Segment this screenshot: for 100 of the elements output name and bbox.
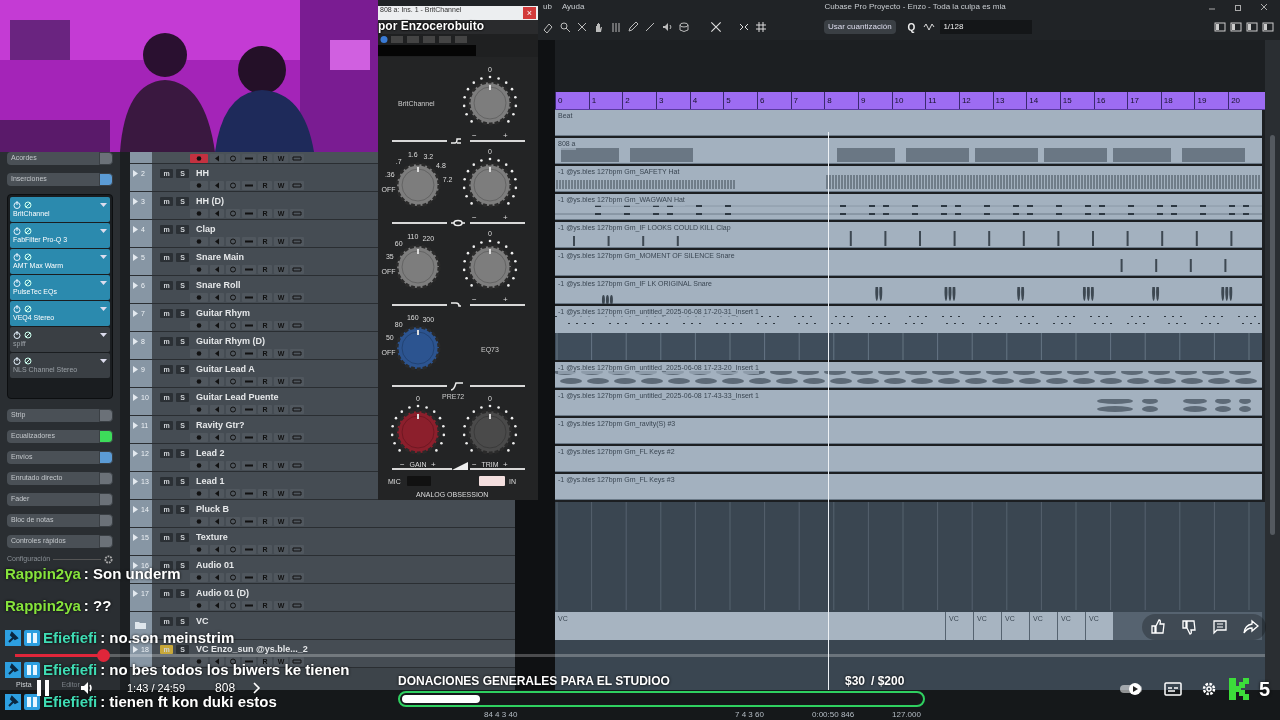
- lanes-button[interactable]: [290, 572, 304, 582]
- lanes-button[interactable]: [290, 600, 304, 610]
- monitor-button[interactable]: [210, 180, 224, 190]
- in-switch[interactable]: [479, 476, 505, 486]
- track-name[interactable]: Audio 01 (D): [196, 586, 249, 601]
- caret-icon[interactable]: [100, 332, 107, 338]
- expand-icon[interactable]: [132, 366, 139, 373]
- thumbs-up-icon[interactable]: [1149, 619, 1166, 635]
- track-name[interactable]: Guitar Lead Puente: [196, 390, 279, 405]
- wave-icon[interactable]: [923, 21, 936, 33]
- track-name[interactable]: Snare Roll: [196, 278, 241, 293]
- track-name[interactable]: Audio 01: [196, 558, 234, 573]
- monitor-button[interactable]: [210, 572, 224, 582]
- hand-icon[interactable]: [593, 21, 605, 33]
- monitor-button[interactable]: [210, 376, 224, 386]
- monitor-button[interactable]: [210, 516, 224, 526]
- plugin-toolbar-drawing[interactable]: [380, 35, 470, 44]
- quantize-q-button[interactable]: Q: [904, 20, 919, 34]
- track-name[interactable]: Pluck B: [196, 502, 229, 517]
- record-button[interactable]: [190, 656, 208, 666]
- record-button[interactable]: [190, 180, 208, 190]
- record-button[interactable]: [190, 376, 208, 386]
- lanes-button[interactable]: [290, 236, 304, 246]
- split-icon[interactable]: [610, 21, 622, 33]
- lanes-button[interactable]: [290, 348, 304, 358]
- expand-icon[interactable]: [132, 338, 139, 345]
- record-button[interactable]: [190, 432, 208, 442]
- track-name[interactable]: Texture: [196, 530, 228, 545]
- restore-icon[interactable]: [1234, 3, 1242, 11]
- lanes-button[interactable]: [290, 264, 304, 274]
- lanes-button[interactable]: [290, 432, 304, 442]
- track-name[interactable]: Guitar Lead A: [196, 362, 255, 377]
- share-icon[interactable]: [1242, 619, 1259, 635]
- record-button[interactable]: [190, 236, 208, 246]
- scissors-icon[interactable]: [709, 20, 723, 34]
- speaker-icon[interactable]: [661, 21, 673, 33]
- monitor-button[interactable]: [210, 236, 224, 246]
- record-button[interactable]: [190, 208, 208, 218]
- bypass-icon[interactable]: [24, 357, 32, 365]
- track-name[interactable]: VC: [196, 614, 209, 629]
- cross-icon[interactable]: [576, 21, 588, 33]
- monitor-button[interactable]: [210, 656, 224, 666]
- record-button[interactable]: [190, 572, 208, 582]
- close-icon[interactable]: [1260, 3, 1268, 11]
- track-name[interactable]: Guitar Rhym (D): [196, 334, 265, 349]
- lanes-button[interactable]: [290, 292, 304, 302]
- snap-icon[interactable]: [738, 21, 750, 33]
- lanes-button[interactable]: [290, 488, 304, 498]
- track-name[interactable]: HH (D): [196, 194, 224, 209]
- layout-right-icon[interactable]: [1246, 21, 1258, 33]
- close-button[interactable]: ×: [523, 7, 536, 19]
- power-icon[interactable]: [13, 357, 21, 365]
- monitor-button[interactable]: [210, 208, 224, 218]
- layout-left-icon[interactable]: [1214, 21, 1226, 33]
- monitor-button[interactable]: [210, 292, 224, 302]
- lanes-button[interactable]: [290, 404, 304, 414]
- folder-icon[interactable]: [135, 621, 146, 629]
- expand-icon[interactable]: [132, 226, 139, 233]
- track-name[interactable]: Lead 2: [196, 446, 225, 461]
- record-button[interactable]: [190, 348, 208, 358]
- preset-field[interactable]: [378, 45, 476, 56]
- record-button[interactable]: [190, 460, 208, 470]
- monitor-button[interactable]: [210, 460, 224, 470]
- expand-icon[interactable]: [132, 170, 139, 177]
- record-button[interactable]: [190, 488, 208, 498]
- quantize-button[interactable]: Usar cuantización: [824, 20, 896, 34]
- monitor-button[interactable]: [210, 264, 224, 274]
- menu-item[interactable]: ub: [538, 1, 557, 13]
- lanes-button[interactable]: [290, 460, 304, 470]
- expand-icon[interactable]: [132, 282, 139, 289]
- expand-icon[interactable]: [132, 254, 139, 261]
- monitor-button[interactable]: [210, 320, 224, 330]
- expand-icon[interactable]: [132, 534, 139, 541]
- monitor-button[interactable]: [210, 600, 224, 610]
- expand-icon[interactable]: [132, 198, 139, 205]
- scrollbar-thumb[interactable]: [1270, 135, 1275, 535]
- track-name[interactable]: Snare Main: [196, 250, 244, 265]
- monitor-button[interactable]: [210, 153, 224, 163]
- expand-icon[interactable]: [132, 506, 139, 513]
- monitor-button[interactable]: [210, 488, 224, 498]
- menu-item[interactable]: Ayuda: [556, 1, 590, 13]
- lanes-button[interactable]: [290, 544, 304, 554]
- record-button[interactable]: [190, 292, 208, 302]
- expand-icon[interactable]: [132, 394, 139, 401]
- record-button[interactable]: [190, 404, 208, 414]
- track-name[interactable]: Clap: [196, 222, 216, 237]
- record-button[interactable]: [190, 264, 208, 274]
- record-button[interactable]: [190, 600, 208, 610]
- monitor-button[interactable]: [210, 404, 224, 414]
- grid-icon[interactable]: [755, 21, 767, 33]
- lanes-button[interactable]: [290, 180, 304, 190]
- lanes-button[interactable]: [290, 153, 304, 163]
- captions-icon[interactable]: [1164, 682, 1182, 696]
- track-name[interactable]: HH: [196, 166, 209, 181]
- track-name[interactable]: Ravity Gtr?: [196, 418, 245, 433]
- power-icon[interactable]: [13, 331, 21, 339]
- chevron-right-icon[interactable]: [253, 682, 262, 694]
- record-button[interactable]: [190, 516, 208, 526]
- monitor-button[interactable]: [210, 432, 224, 442]
- track-name[interactable]: Guitar Rhym: [196, 306, 250, 321]
